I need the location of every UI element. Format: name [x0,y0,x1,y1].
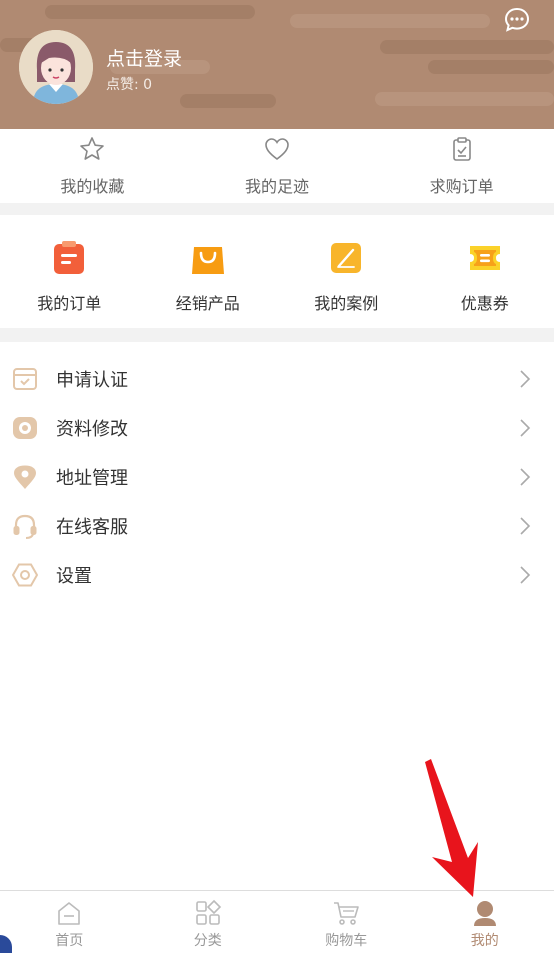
header-decoration [375,92,554,106]
menu-item-label: 申请认证 [56,369,128,391]
my-orders-label: 我的订单 [37,294,102,313]
footprint-button[interactable]: 我的足迹 [185,129,370,203]
menu-item-profile-edit[interactable]: 资料修改 [0,403,554,452]
menu-item-label: 设置 [56,565,92,587]
tab-label: 我的 [470,933,499,949]
profile-edit-icon [13,416,37,439]
tab-mine[interactable]: 我的 [416,891,554,953]
user-avatar-icon [19,30,93,104]
tab-category[interactable]: 分类 [139,891,278,953]
cart-icon [334,902,360,925]
chevron-right-icon [520,467,531,486]
dealer-products-label: 经销产品 [175,294,240,313]
chevron-right-icon [520,369,531,388]
header-decoration [380,40,554,54]
category-grid-icon [195,899,221,925]
home-icon [58,902,81,925]
header-decoration [428,60,554,74]
menu-item-label: 资料修改 [56,418,128,440]
menu-item-label: 在线客服 [56,516,128,538]
header-decoration [180,94,276,108]
chevron-right-icon [520,565,531,584]
coupons-button[interactable]: 优惠券 [416,215,554,328]
coupon-icon [469,246,500,270]
my-orders-button[interactable]: 我的订单 [0,215,139,328]
header-decoration [290,14,490,28]
tab-cart[interactable]: 购物车 [277,891,416,953]
chevron-right-icon [520,418,531,437]
tab-label: 分类 [193,933,222,949]
favorites-button[interactable]: 我的收藏 [0,129,185,203]
person-icon [473,901,496,926]
dealer-products-button[interactable]: 经销产品 [139,215,278,328]
menu-item-label: 地址管理 [56,467,128,489]
menu-item-customer-service[interactable]: 在线客服 [0,501,554,550]
clipboard-check-icon [452,137,471,161]
tab-label: 购物车 [325,933,368,949]
edit-note-icon [331,243,362,273]
quick-links: 我的收藏 我的足迹 求购订单 [0,129,554,203]
header-decoration [45,5,255,19]
headset-icon [13,514,37,539]
coupons-label: 优惠券 [460,294,509,313]
chat-bubble-icon [504,7,530,32]
order-clipboard-icon [54,241,85,274]
bottom-tab-bar: 首页 分类 购物车 我的 [0,890,554,953]
shopping-bag-icon [191,247,224,274]
star-icon [80,137,105,160]
favorites-label: 我的收藏 [60,177,125,196]
menu-item-settings[interactable]: 设置 [0,550,554,599]
my-cases-button[interactable]: 我的案例 [277,215,416,328]
purchase-orders-button[interactable]: 求购订单 [369,129,554,203]
likes-count: 点赞: 0 [106,77,153,93]
footprint-label: 我的足迹 [245,177,310,196]
message-button[interactable] [503,6,531,34]
menu-item-address[interactable]: 地址管理 [0,452,554,501]
feature-grid: 我的订单 经销产品 我的案例 优惠券 [0,215,554,328]
chevron-right-icon [520,516,531,535]
avatar[interactable] [19,30,93,104]
login-link[interactable]: 点击登录 [106,44,182,71]
profile-header: 点击登录 点赞: 0 [0,0,554,129]
menu-list: 申请认证 资料修改 地址管理 在线客服 设置 [0,342,554,890]
certify-icon [13,367,37,390]
my-cases-label: 我的案例 [314,294,379,313]
tab-label: 首页 [55,933,84,949]
heart-icon [265,138,289,161]
settings-icon [12,563,38,586]
tab-home[interactable]: 首页 [0,891,139,953]
purchase-orders-label: 求购订单 [429,177,494,196]
location-pin-icon [14,465,36,489]
menu-item-certification[interactable]: 申请认证 [0,354,554,403]
